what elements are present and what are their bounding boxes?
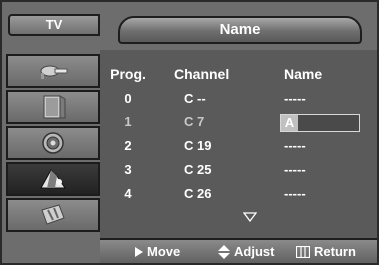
row-channel: C 25 <box>184 162 212 177</box>
row-prog: 2 <box>124 138 132 153</box>
play-arrow-icon <box>135 246 143 257</box>
hint-bar: Move Adjust Return <box>100 238 377 263</box>
sidebar-item-channel[interactable] <box>6 162 100 196</box>
speaker-icon <box>42 132 64 154</box>
row-name[interactable]: ----- <box>284 162 306 177</box>
row-prog: 0 <box>124 91 132 106</box>
row-channel: C 26 <box>184 186 212 201</box>
name-edit-field[interactable]: A <box>280 114 360 132</box>
sidebar-item-setup[interactable] <box>6 198 100 232</box>
row-channel: C -- <box>184 91 206 106</box>
return-hint: Return <box>296 244 356 259</box>
scroll-down-arrow-icon[interactable] <box>243 212 257 222</box>
sidebar-item-sound[interactable] <box>6 126 100 160</box>
return-hint-label: Return <box>314 244 356 259</box>
channel-name-panel: Prog. Channel Name 0 C -- ----- 1 C 7 A … <box>100 50 377 238</box>
setup-tools-icon <box>41 204 65 225</box>
tv-osd-screen: TV Name Prog. Channel Name 0 C -- ----- … <box>0 0 379 265</box>
tv-menu-tab[interactable]: TV <box>8 14 100 36</box>
top-bar: TV Name <box>2 2 377 48</box>
sidebar-item-picture[interactable] <box>6 90 100 124</box>
row-name[interactable]: ----- <box>284 186 306 201</box>
menu-grid-icon <box>296 245 310 258</box>
row-name[interactable]: ----- <box>284 91 306 106</box>
row-prog: 3 <box>124 162 132 177</box>
name-edit-cursor: A <box>281 115 298 131</box>
row-prog: 4 <box>124 186 132 201</box>
adjust-hint-label: Adjust <box>234 244 275 259</box>
move-hint-label: Move <box>147 244 181 259</box>
row-channel: C 19 <box>184 138 212 153</box>
sidebar-item-input[interactable] <box>6 54 100 88</box>
row-name[interactable]: ----- <box>284 138 306 153</box>
header-name: Name <box>284 66 323 82</box>
page-title: Name <box>118 16 362 44</box>
picture-frame-icon <box>43 95 66 119</box>
move-hint: Move <box>134 244 180 259</box>
header-channel: Channel <box>174 66 230 82</box>
header-prog: Prog. <box>110 66 146 82</box>
sidebar <box>6 54 100 234</box>
channel-signal-icon <box>40 169 66 189</box>
satellite-dish-icon <box>40 65 68 79</box>
up-down-arrows-icon <box>218 244 230 259</box>
row-channel: C 7 <box>184 114 205 129</box>
row-prog: 1 <box>124 114 132 129</box>
adjust-hint: Adjust <box>218 244 274 259</box>
